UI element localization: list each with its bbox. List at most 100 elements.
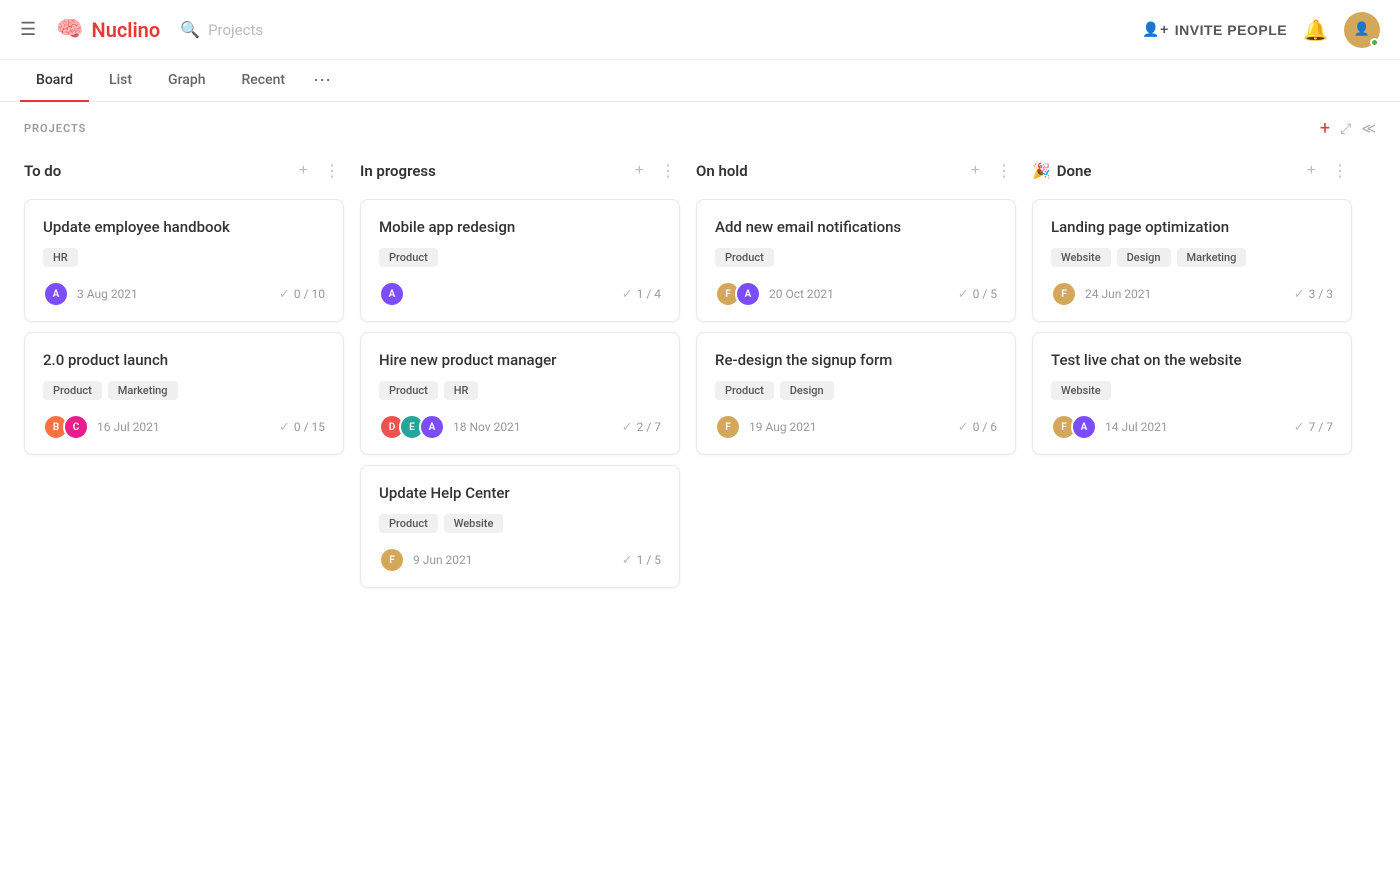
column-more-button-todo[interactable]: ⋮	[320, 159, 344, 183]
expand-icon[interactable]: ⤢	[1340, 121, 1351, 137]
avatar: F	[715, 414, 741, 440]
card-tags: ProductMarketing	[43, 381, 325, 400]
card-title: Add new email notifications	[715, 218, 997, 236]
card-check-count: ✓ 3 / 3	[1294, 287, 1333, 302]
tag: Design	[780, 381, 834, 400]
card-footer: F19 Aug 2021✓ 0 / 6	[715, 414, 997, 440]
card-check-count: ✓ 1 / 5	[622, 553, 661, 568]
tabs: Board List Graph Recent ⋯	[0, 60, 1400, 102]
checkmark-icon: ✓	[958, 287, 969, 302]
card-title: Hire new product manager	[379, 351, 661, 369]
card-check-count: ✓ 2 / 7	[622, 420, 661, 435]
search-placeholder: Projects	[208, 21, 263, 39]
column-emoji: 🎉	[1032, 162, 1051, 180]
column-header-todo: To do + ⋮	[24, 155, 344, 187]
card-footer: BC16 Jul 2021✓ 0 / 15	[43, 414, 325, 440]
card-check-count: ✓ 0 / 10	[279, 287, 325, 302]
card[interactable]: Hire new product manager ProductHR DEA18 N…	[360, 332, 680, 455]
column-add-button-on-hold[interactable]: +	[967, 160, 984, 182]
card[interactable]: Update employee handbookHRA3 Aug 2021✓ 0…	[24, 199, 344, 322]
online-dot	[1370, 38, 1379, 47]
avatar: A	[419, 414, 445, 440]
avatar: A	[1071, 414, 1097, 440]
card-check-count: ✓ 0 / 15	[279, 420, 325, 435]
projects-header: PROJECTS + ⤢ ≪	[0, 102, 1400, 147]
tag: Design	[1117, 248, 1171, 267]
card[interactable]: 2.0 product launchProductMarketingBC16 J…	[24, 332, 344, 455]
card-footer: DEA18 Nov 2021✓ 2 / 7	[379, 414, 661, 440]
board: To do + ⋮ Update employee handbookHRA3 A…	[0, 147, 1400, 864]
tab-more-button[interactable]: ⋯	[305, 62, 339, 99]
checkmark-icon: ✓	[622, 420, 633, 435]
column-more-button-in-progress[interactable]: ⋮	[656, 159, 680, 183]
column-more-button-on-hold[interactable]: ⋮	[992, 159, 1016, 183]
checkmark-icon: ✓	[279, 420, 290, 435]
card-avatars: F	[1051, 281, 1077, 307]
column-header-done: 🎉 Done + ⋮	[1032, 155, 1352, 187]
projects-actions: + ⤢ ≪	[1320, 118, 1376, 139]
tag: Product	[43, 381, 102, 400]
card-tags: ProductHR	[379, 381, 661, 400]
card-date: 24 Jun 2021	[1085, 287, 1151, 301]
card-title: Re-design the signup form	[715, 351, 997, 369]
column-more-button-done[interactable]: ⋮	[1328, 159, 1352, 183]
card[interactable]: Update Help CenterProductWebsiteF9 Jun 2…	[360, 465, 680, 588]
column-header-in-progress: In progress + ⋮	[360, 155, 680, 187]
avatar: A	[735, 281, 761, 307]
card-footer: F 24 Jun 2021 ✓ 3 / 3	[1051, 281, 1333, 307]
column-add-button-in-progress[interactable]: +	[631, 160, 648, 182]
brain-icon: 🧠	[56, 17, 83, 42]
search-bar[interactable]: 🔍 Projects	[180, 20, 263, 39]
tab-graph[interactable]: Graph	[152, 60, 221, 102]
logo-text: Nuclino	[92, 18, 161, 42]
bell-icon[interactable]: 🔔	[1303, 18, 1328, 42]
column-in-progress: In progress + ⋮ Mobile app redesign Produ…	[360, 155, 680, 848]
header: ☰ 🧠 Nuclino 🔍 Projects 👤+ INVITE PEOPLE …	[0, 0, 1400, 60]
card-date: 14 Jul 2021	[1105, 420, 1168, 434]
collapse-icon[interactable]: ≪	[1361, 121, 1376, 137]
avatar: A	[43, 281, 69, 307]
invite-people-button[interactable]: 👤+ INVITE PEOPLE	[1142, 21, 1287, 38]
tag: Website	[444, 514, 504, 533]
card[interactable]: Re-design the signup form ProductDesign F1…	[696, 332, 1016, 455]
tab-recent[interactable]: Recent	[225, 60, 301, 102]
tag: Marketing	[1177, 248, 1247, 267]
tag: Product	[715, 248, 774, 267]
checkmark-icon: ✓	[622, 287, 633, 302]
card-avatars: FA	[1051, 414, 1097, 440]
card[interactable]: Test live chat on the websiteWebsiteFA14…	[1032, 332, 1352, 455]
card-tags: WebsiteDesignMarketing	[1051, 248, 1333, 267]
tag: Product	[379, 248, 438, 267]
card-tags: HR	[43, 248, 325, 267]
user-avatar-wrapper[interactable]: 👤	[1344, 12, 1380, 48]
card-title: Update employee handbook	[43, 218, 325, 236]
card-avatars: FA	[715, 281, 761, 307]
card-date: 19 Aug 2021	[749, 420, 817, 434]
card[interactable]: Add new email notificationsProductFA20 O…	[696, 199, 1016, 322]
card[interactable]: Mobile app redesign Product A ✓ 1 / 4	[360, 199, 680, 322]
tag: Product	[379, 381, 438, 400]
column-title-todo: To do	[24, 162, 61, 180]
checkmark-icon: ✓	[279, 287, 290, 302]
card-avatars: BC	[43, 414, 89, 440]
card-check-count: ✓ 1 / 4	[622, 287, 661, 302]
tab-board[interactable]: Board	[20, 60, 89, 102]
card-avatars: A	[379, 281, 405, 307]
card[interactable]: Landing page optimizationWebsiteDesignMa…	[1032, 199, 1352, 322]
card-title: Update Help Center	[379, 484, 661, 502]
card-tags: ProductDesign	[715, 381, 997, 400]
card-title: Test live chat on the website	[1051, 351, 1333, 369]
card-tags: Product	[715, 248, 997, 267]
card-date: 9 Jun 2021	[413, 553, 473, 567]
avatar: C	[63, 414, 89, 440]
header-right: 👤+ INVITE PEOPLE 🔔 👤	[1142, 12, 1380, 48]
add-project-button[interactable]: +	[1320, 118, 1330, 139]
checkmark-icon: ✓	[1294, 420, 1305, 435]
tab-list[interactable]: List	[93, 60, 148, 102]
checkmark-icon: ✓	[958, 420, 969, 435]
menu-icon[interactable]: ☰	[20, 19, 36, 40]
column-add-button-todo[interactable]: +	[295, 160, 312, 182]
tag: Product	[379, 514, 438, 533]
column-add-button-done[interactable]: +	[1303, 160, 1320, 182]
card-title: Mobile app redesign	[379, 218, 661, 236]
